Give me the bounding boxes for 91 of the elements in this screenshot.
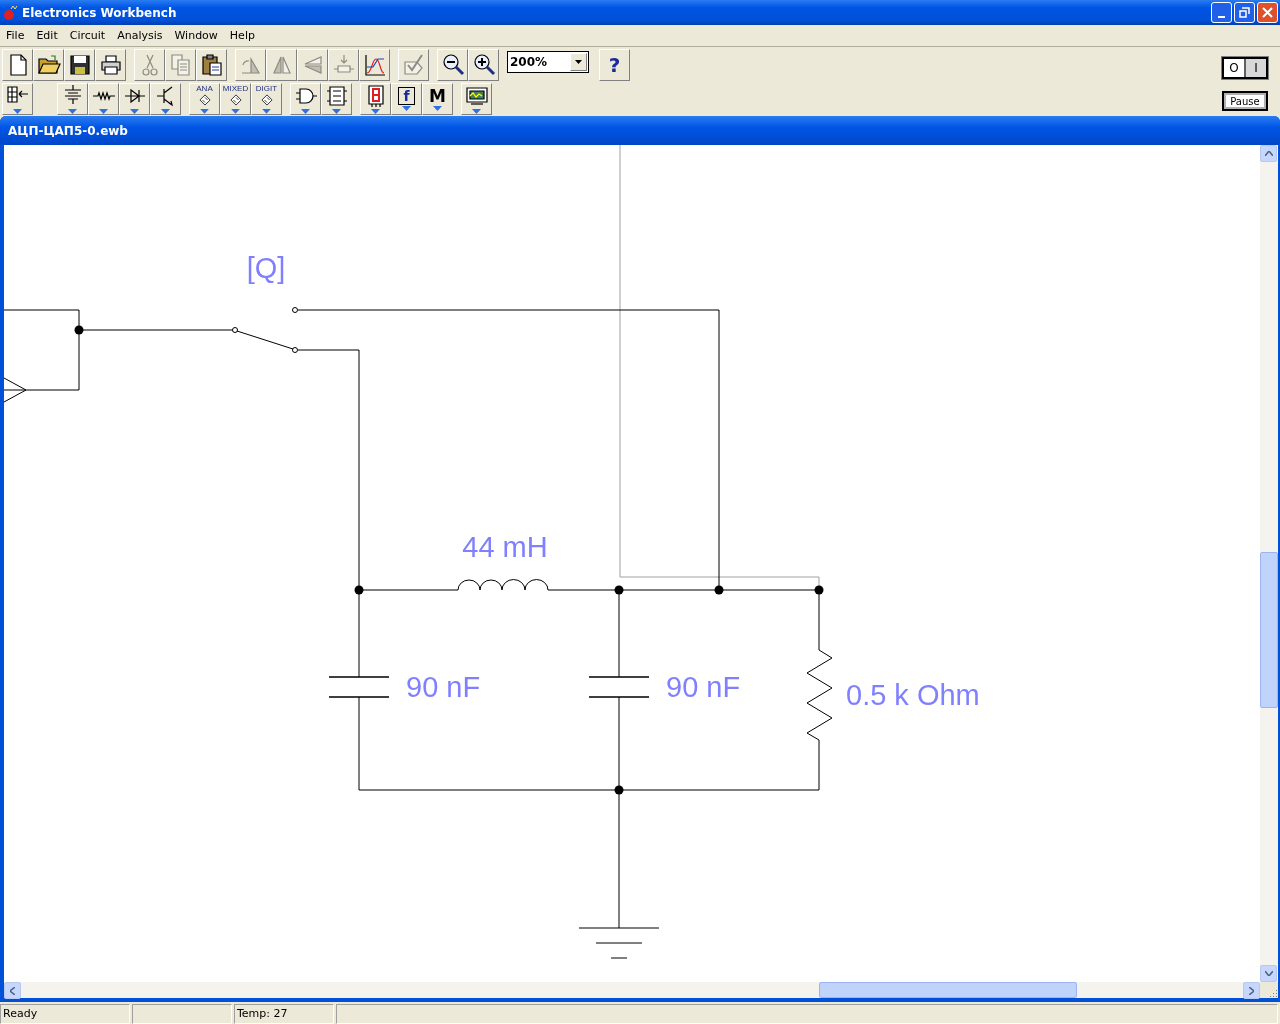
minimize-icon	[1218, 15, 1225, 18]
zoom-dropdown[interactable]: 200%	[507, 51, 589, 73]
flipflop-button[interactable]	[321, 83, 352, 115]
temperature-status: Temp: 27	[234, 1004, 334, 1024]
scroll-thumb[interactable]	[819, 982, 1077, 998]
close-icon	[1262, 7, 1273, 18]
dropdown-arrow-icon	[433, 106, 442, 111]
scroll-down-button[interactable]	[1260, 965, 1277, 982]
indicator-button[interactable]	[360, 83, 391, 115]
paste-button[interactable]	[196, 49, 227, 81]
dropdown-arrow-icon	[130, 109, 139, 114]
dropdown-arrow-icon	[332, 109, 341, 114]
capacitor-label: 90 nF	[406, 671, 481, 703]
dropdown-arrow-icon	[371, 109, 380, 114]
dropdown-arrow-icon	[402, 106, 411, 111]
diode-button[interactable]	[119, 83, 150, 115]
save-button[interactable]	[64, 49, 95, 81]
dropdown-arrow-icon	[301, 109, 310, 114]
power-switch[interactable]: O I	[1222, 57, 1268, 79]
capacitor-label: 90 nF	[666, 671, 741, 703]
menu-item[interactable]: Edit	[30, 29, 64, 42]
transistor-button[interactable]	[150, 83, 181, 115]
switch-label: [Q]	[246, 252, 286, 284]
parts-bin-button[interactable]	[2, 83, 33, 115]
scroll-thumb[interactable]	[1260, 552, 1278, 708]
junction-dot	[74, 325, 84, 335]
scroll-left-button[interactable]	[4, 982, 21, 999]
dropdown-arrow-icon	[161, 109, 170, 114]
open-button[interactable]	[33, 49, 64, 81]
document-title: АЦП-ЦАП5-0.ewb	[8, 123, 128, 138]
printer-icon	[98, 53, 123, 77]
control-button[interactable]: f	[391, 83, 422, 115]
chip-button[interactable]: ANA	[189, 83, 220, 115]
dropdown-arrow-icon	[472, 109, 481, 114]
dropdown-arrow-icon	[262, 109, 271, 114]
dropdown-arrow-icon	[575, 60, 582, 64]
window-title: Electronics Workbench	[22, 5, 177, 20]
restore-icon	[1239, 7, 1250, 18]
restore-button[interactable]	[1234, 2, 1255, 23]
clipboard-icon	[199, 53, 224, 77]
close-button[interactable]	[1257, 2, 1278, 23]
zoom-out-icon	[440, 53, 465, 77]
scroll-right-button[interactable]	[1243, 982, 1260, 999]
zoom-out-button[interactable]	[437, 49, 468, 81]
dropdown-arrow-icon	[200, 109, 209, 114]
minimize-button[interactable]	[1211, 2, 1232, 23]
junction-dot	[354, 585, 364, 595]
junction-dot	[614, 585, 624, 595]
basic-button[interactable]	[88, 83, 119, 115]
graph-button[interactable]	[359, 49, 390, 81]
chip-button[interactable]: MIXED	[220, 83, 251, 115]
status-text: Ready	[0, 1004, 130, 1024]
dropdown-arrow-icon	[231, 109, 240, 114]
chip-button[interactable]: DIGIT	[251, 83, 282, 115]
dropdown-arrow-icon	[68, 109, 77, 114]
horizontal-scrollbar[interactable]	[4, 982, 1278, 998]
menu-item[interactable]: Window	[168, 29, 224, 42]
inductor-label: 44 mH	[462, 531, 548, 563]
zoom-in-icon	[471, 53, 496, 77]
dropdown-arrow-icon	[99, 109, 108, 114]
folder-icon	[36, 53, 61, 77]
junction-dot	[614, 785, 624, 795]
menu-item[interactable]: File	[0, 29, 31, 42]
new-button[interactable]	[2, 49, 33, 81]
misc-button[interactable]: M	[422, 83, 453, 115]
capacitor-symbol	[588, 676, 650, 698]
pause-button[interactable]: Pause	[1222, 91, 1268, 111]
gate-button[interactable]	[290, 83, 321, 115]
dropdown-arrow-icon	[13, 109, 22, 114]
capacitor-symbol	[328, 676, 390, 698]
copy-icon	[168, 53, 193, 77]
sources-button[interactable]	[57, 83, 88, 115]
scroll-up-button[interactable]	[1260, 145, 1277, 162]
zoom-in-button[interactable]	[468, 49, 499, 81]
menu-item[interactable]: Analysis	[111, 29, 169, 42]
help-button[interactable]: ?	[599, 49, 630, 81]
junction-dot	[714, 585, 724, 595]
junction-dot	[814, 585, 824, 595]
checkmark-icon	[401, 53, 426, 77]
instruments-button[interactable]	[461, 83, 492, 115]
flip-flop-icon	[324, 84, 349, 108]
vertical-scrollbar[interactable]	[1260, 145, 1278, 982]
menu-item[interactable]: Help	[223, 29, 261, 42]
monitor-icon	[464, 84, 489, 108]
resize-grip-icon[interactable]	[1268, 988, 1278, 998]
menu-item[interactable]: Circuit	[63, 29, 112, 42]
resistor-label: 0.5 k Ohm	[846, 679, 980, 711]
print-button[interactable]	[95, 49, 126, 81]
app-logo-icon	[3, 4, 19, 21]
switch-symbol	[232, 307, 298, 353]
graph-icon	[362, 53, 387, 77]
